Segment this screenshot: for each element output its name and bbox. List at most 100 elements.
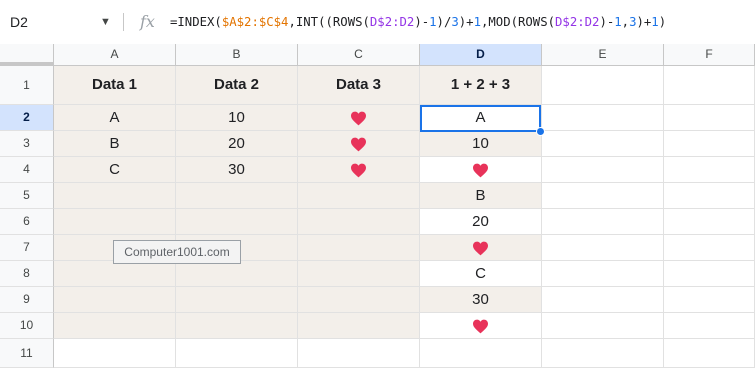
cell-e3[interactable] <box>542 131 664 157</box>
cell-a1[interactable]: Data 1 <box>54 66 176 105</box>
cell-c1[interactable]: Data 3 <box>298 66 420 105</box>
cell-b1[interactable]: Data 2 <box>176 66 298 105</box>
cell-c4[interactable] <box>298 157 420 183</box>
formula-bar-divider <box>123 13 124 31</box>
cell-e5[interactable] <box>542 183 664 209</box>
cell-d11[interactable] <box>420 339 542 368</box>
name-box-dropdown-icon[interactable]: ▼ <box>100 8 111 36</box>
cell-a9[interactable] <box>54 287 176 313</box>
formula-token: 1 <box>473 15 481 29</box>
cell-d7[interactable] <box>420 235 542 261</box>
cell-c6[interactable] <box>298 209 420 235</box>
cell-c10[interactable] <box>298 313 420 339</box>
column-header-a[interactable]: A <box>54 44 176 66</box>
cell-f2[interactable] <box>664 105 755 131</box>
cell-a3[interactable]: B <box>54 131 176 157</box>
row-header-6[interactable]: 6 <box>0 209 54 235</box>
cell-c7[interactable] <box>298 235 420 261</box>
cell-b3[interactable]: 20 <box>176 131 298 157</box>
cell-c3[interactable] <box>298 131 420 157</box>
cell-b11[interactable] <box>176 339 298 368</box>
cell-f5[interactable] <box>664 183 755 209</box>
cell-f6[interactable] <box>664 209 755 235</box>
formula-token: =INDEX( <box>170 15 222 29</box>
cell-f4[interactable] <box>664 157 755 183</box>
heart-icon <box>351 137 366 151</box>
formula-token: )+ <box>636 15 652 29</box>
cell-d1[interactable]: 1 + 2 + 3 <box>420 66 542 105</box>
cell-c9[interactable] <box>298 287 420 313</box>
cell-c5[interactable] <box>298 183 420 209</box>
cell-e10[interactable] <box>542 313 664 339</box>
cell-a5[interactable] <box>54 183 176 209</box>
fill-handle[interactable] <box>536 127 545 136</box>
row-header-11[interactable]: 11 <box>0 339 54 368</box>
cell-a2[interactable]: A <box>54 105 176 131</box>
cell-f11[interactable] <box>664 339 755 368</box>
cell-a10[interactable] <box>54 313 176 339</box>
cell-b4[interactable]: 30 <box>176 157 298 183</box>
cell-d2[interactable]: A <box>420 105 542 131</box>
cell-e2[interactable] <box>542 105 664 131</box>
row-header-4[interactable]: 4 <box>0 157 54 183</box>
row-header-9[interactable]: 9 <box>0 287 54 313</box>
cell-f3[interactable] <box>664 131 755 157</box>
formula-token: $A$2:$C$4 <box>221 15 289 29</box>
cell-e9[interactable] <box>542 287 664 313</box>
cell-a4[interactable]: C <box>54 157 176 183</box>
cell-f7[interactable] <box>664 235 755 261</box>
column-header-f[interactable]: F <box>664 44 755 66</box>
cell-f1[interactable] <box>664 66 755 105</box>
cell-b6[interactable] <box>176 209 298 235</box>
name-box[interactable]: D2 <box>4 8 96 36</box>
cell-d3[interactable]: 10 <box>420 131 542 157</box>
cell-f10[interactable] <box>664 313 755 339</box>
select-all-corner[interactable] <box>0 44 54 66</box>
cell-e1[interactable] <box>542 66 664 105</box>
cell-d6[interactable]: 20 <box>420 209 542 235</box>
cell-e4[interactable] <box>542 157 664 183</box>
cell-f9[interactable] <box>664 287 755 313</box>
column-header-c[interactable]: C <box>298 44 420 66</box>
formula-token: 1 <box>614 15 622 29</box>
column-header-e[interactable]: E <box>542 44 664 66</box>
cell-d4[interactable] <box>420 157 542 183</box>
cell-f8[interactable] <box>664 261 755 287</box>
column-header-d[interactable]: D <box>420 44 542 66</box>
cell-b10[interactable] <box>176 313 298 339</box>
formula-token: )+ <box>458 15 474 29</box>
formula-token: ,MOD(ROWS( <box>480 15 556 29</box>
cell-e6[interactable] <box>542 209 664 235</box>
cell-e7[interactable] <box>542 235 664 261</box>
row-header-3[interactable]: 3 <box>0 131 54 157</box>
row-header-8[interactable]: 8 <box>0 261 54 287</box>
row-header-5[interactable]: 5 <box>0 183 54 209</box>
formula-token: 3 <box>451 15 459 29</box>
row-header-10[interactable]: 10 <box>0 313 54 339</box>
cell-a8[interactable] <box>54 261 176 287</box>
formula-input[interactable]: =INDEX($A$2:$C$4,INT((ROWS(D$2:D2)-1)/3)… <box>170 8 666 36</box>
column-header-b[interactable]: B <box>176 44 298 66</box>
cell-d10[interactable] <box>420 313 542 339</box>
cell-c2[interactable] <box>298 105 420 131</box>
row-header-2[interactable]: 2 <box>0 105 54 131</box>
cell-d9[interactable]: 30 <box>420 287 542 313</box>
cell-b2[interactable]: 10 <box>176 105 298 131</box>
cell-b5[interactable] <box>176 183 298 209</box>
cell-a11[interactable] <box>54 339 176 368</box>
formula-token: ,INT((ROWS( <box>288 15 370 29</box>
formula-token: , <box>621 15 630 29</box>
heart-icon <box>473 163 488 177</box>
row-header-7[interactable]: 7 <box>0 235 54 261</box>
cell-d8[interactable]: C <box>420 261 542 287</box>
cell-b9[interactable] <box>176 287 298 313</box>
cell-d5[interactable]: B <box>420 183 542 209</box>
cell-a6[interactable] <box>54 209 176 235</box>
cell-e11[interactable] <box>542 339 664 368</box>
cell-c11[interactable] <box>298 339 420 368</box>
cell-b8[interactable] <box>176 261 298 287</box>
row-header-1[interactable]: 1 <box>0 66 54 105</box>
heart-icon <box>473 241 488 255</box>
cell-c8[interactable] <box>298 261 420 287</box>
cell-e8[interactable] <box>542 261 664 287</box>
